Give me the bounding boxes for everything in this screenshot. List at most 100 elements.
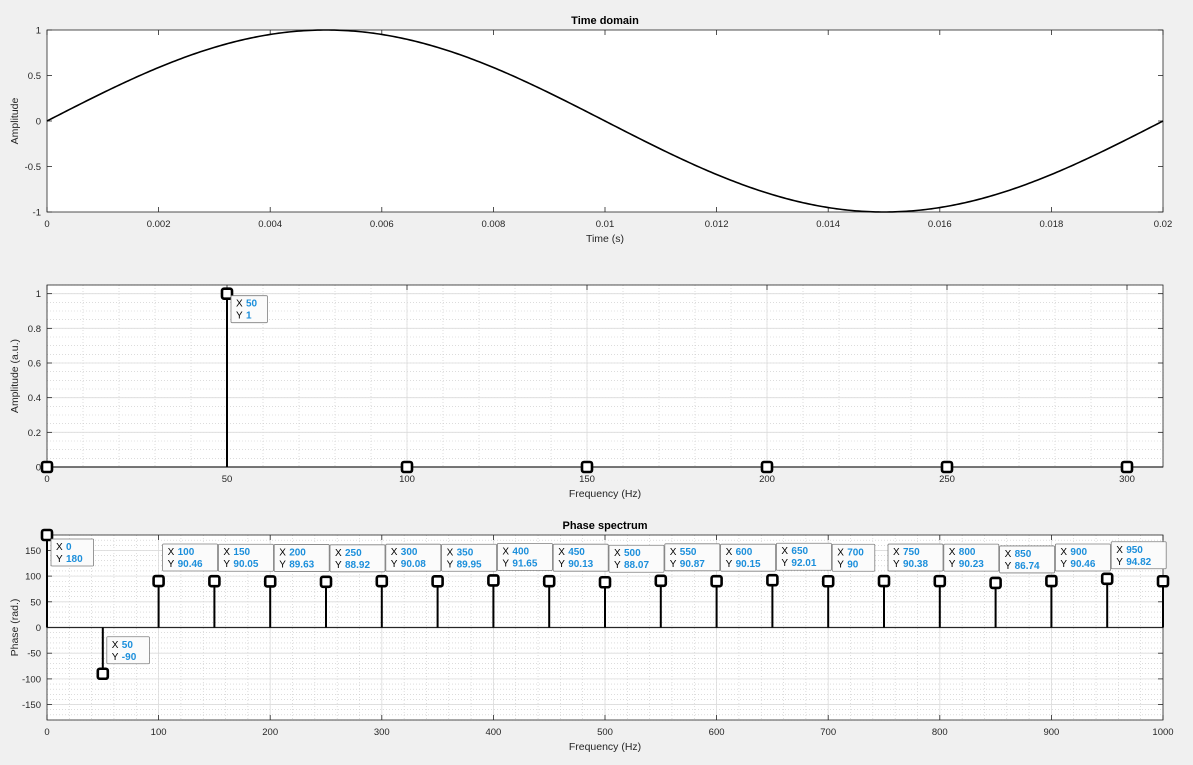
datatip-x-key: X xyxy=(335,548,342,559)
x-tick-label: 0.012 xyxy=(705,219,729,230)
datatip-y-value: 86.74 xyxy=(1015,561,1040,572)
datatip: X 550Y 90.87 xyxy=(664,543,721,572)
y-tick-label: 0.4 xyxy=(28,393,41,404)
datatip-y-key: Y xyxy=(1005,561,1012,572)
stem-marker xyxy=(400,460,414,474)
stem-marker xyxy=(877,574,891,588)
datatip-x-value: 150 xyxy=(233,547,250,558)
stem-marker xyxy=(40,460,54,474)
datatip-x-value: 450 xyxy=(568,547,585,558)
datatip: X 600Y 90.15 xyxy=(720,543,776,572)
x-tick-label: 300 xyxy=(1119,474,1135,485)
stem-marker xyxy=(542,574,556,588)
x-tick-label: 150 xyxy=(579,474,595,485)
stem-marker xyxy=(487,574,500,587)
datatip: X 850Y 86.74 xyxy=(999,545,1055,574)
y-tick-label: 0 xyxy=(36,117,41,128)
datatip-y-value: -90 xyxy=(122,652,137,663)
datatip-x-value: 200 xyxy=(289,547,306,558)
figure: 0 0.002 0.004 0.006 0.008 0.01 0.012 0.014 0.016… xyxy=(9,15,1174,753)
datatip-x-key: X xyxy=(1060,547,1067,558)
chart-title: Time domain xyxy=(571,15,639,27)
datatip-y-value: 90.46 xyxy=(178,559,203,570)
datatip: X 950Y 94.82 xyxy=(1110,541,1167,570)
x-tick-label: 300 xyxy=(374,727,390,738)
x-tick-label: 200 xyxy=(262,727,278,738)
datatip-x-value: 700 xyxy=(847,547,864,558)
datatip-x-key: X xyxy=(781,546,788,557)
y-tick-label: -150 xyxy=(22,700,41,711)
datatip: X 200Y 89.63 xyxy=(273,544,330,572)
x-tick-label: 200 xyxy=(759,474,775,485)
x-tick-label: 0 xyxy=(44,219,49,230)
datatip-y-key: Y xyxy=(781,558,788,569)
stem-marker xyxy=(598,575,612,589)
stem-marker xyxy=(1100,572,1114,586)
datatip-y-key: Y xyxy=(670,559,677,570)
datatip-y-key: Y xyxy=(447,559,454,570)
datatip-y-value: 88.92 xyxy=(345,560,370,571)
x-tick-label: 400 xyxy=(485,727,501,738)
datatip: X 400Y 91.65 xyxy=(496,543,553,571)
datatip-y-key: Y xyxy=(558,559,565,570)
datatip: X 0Y 180 xyxy=(50,538,94,567)
datatip-y-key: Y xyxy=(1060,559,1067,570)
datatip-y-key: Y xyxy=(837,559,844,570)
datatip-y-value: 88.07 xyxy=(624,560,649,571)
stem-marker xyxy=(152,574,165,588)
x-tick-label: 100 xyxy=(151,727,167,738)
x-axis-label: Time (s) xyxy=(586,233,624,245)
datatip-x-key: X xyxy=(447,547,454,558)
y-tick-label: 0 xyxy=(36,463,41,474)
datatip-y-value: 91.65 xyxy=(512,558,537,569)
y-tick-label: 1 xyxy=(36,289,41,300)
stem-marker xyxy=(580,460,594,474)
datatip-x-key: X xyxy=(279,547,286,558)
datatip-x-key: X xyxy=(1116,545,1123,556)
datatip-y-key: Y xyxy=(949,559,956,570)
datatip: X 100Y 90.46 xyxy=(162,543,219,572)
datatip-y-key: Y xyxy=(726,559,733,570)
stem-marker xyxy=(710,574,723,588)
stem-marker xyxy=(263,575,277,588)
x-tick-label: 500 xyxy=(597,727,613,738)
datatip-y-value: 92.01 xyxy=(791,558,816,569)
datatip: X 500Y 88.07 xyxy=(608,544,665,573)
datatip: X 650Y 92.01 xyxy=(776,542,832,571)
datatip-y-value: 89.63 xyxy=(289,559,314,570)
y-tick-label: 0.5 xyxy=(28,71,41,82)
y-tick-label: 0.2 xyxy=(28,428,41,439)
x-tick-label: 250 xyxy=(939,474,955,485)
datatip-y-value: 90.87 xyxy=(680,559,705,570)
x-tick-label: 50 xyxy=(222,474,233,485)
datatip-y-key: Y xyxy=(893,559,900,570)
y-tick-label: 0 xyxy=(36,623,41,634)
y-axis-label: Amplitude xyxy=(9,98,21,145)
datatip: X 800Y 90.23 xyxy=(943,543,1000,572)
datatip: X 700Y 90 xyxy=(831,543,876,572)
datatip-y-value: 90.38 xyxy=(903,559,928,570)
stem-marker xyxy=(319,575,333,589)
datatip: X 50Y 1 xyxy=(230,295,268,324)
datatip-x-key: X xyxy=(726,547,733,558)
datatip-y-key: Y xyxy=(279,559,286,570)
amplitude-spectrum-axes: 0 50 100 150 200 250 30000.20.40.60.81Frequenc… xyxy=(9,284,1164,500)
datatip: X 50Y -90 xyxy=(106,636,150,665)
datatip-y-value: 90.08 xyxy=(401,559,426,570)
x-axis-label: Frequency (Hz) xyxy=(569,488,641,500)
y-axis-label: Phase (rad.) xyxy=(9,599,21,657)
x-tick-label: 0 xyxy=(44,727,49,738)
datatip-x-key: X xyxy=(558,547,565,558)
datatip-y-value: 1 xyxy=(246,311,252,322)
datatip-y-value: 90.15 xyxy=(736,559,761,570)
stem-marker xyxy=(208,574,221,588)
datatip-y-key: Y xyxy=(1116,557,1123,568)
phase-spectrum-axes: 0 100 200 300 400 500 600 700 800 900 1000-150-100… xyxy=(9,520,1174,753)
datatip-y-value: 94.82 xyxy=(1126,557,1151,568)
datatip-x-key: X xyxy=(223,547,230,558)
datatip-y-value: 90.05 xyxy=(233,559,258,570)
datatip-y-value: 90.13 xyxy=(568,559,593,570)
datatip-y-value: 89.95 xyxy=(457,559,482,570)
time-domain-axes: 0 0.002 0.004 0.006 0.008 0.01 0.012 0.014 0.016… xyxy=(9,15,1172,245)
x-tick-label: 600 xyxy=(709,727,725,738)
